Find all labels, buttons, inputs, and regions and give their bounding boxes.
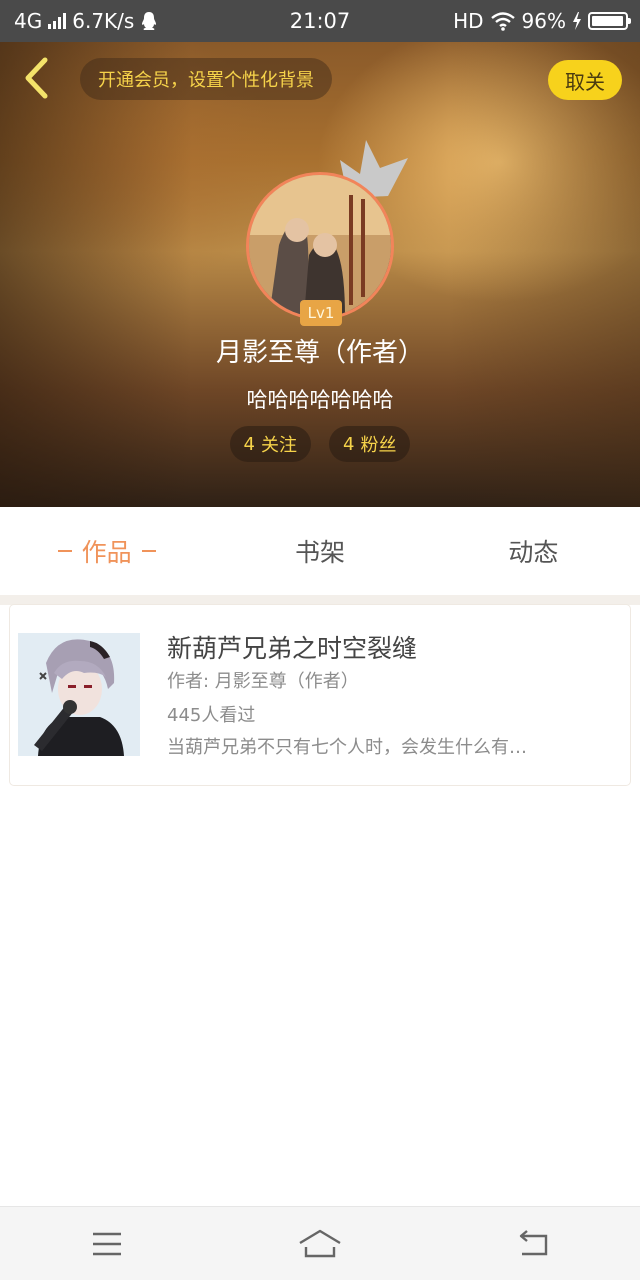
following-label: 关注 bbox=[261, 435, 297, 456]
profile-header: 开通会员，设置个性化背景 取关 Lv1 月影至尊（作者） 哈哈哈哈哈哈哈 4 关… bbox=[0, 42, 640, 507]
battery-fill bbox=[592, 16, 623, 26]
nav-home-button[interactable] bbox=[280, 1214, 360, 1274]
status-right: HD 96% bbox=[453, 9, 631, 33]
menu-icon bbox=[92, 1232, 121, 1255]
followers-count: 4 bbox=[343, 433, 355, 455]
followers-label: 粉丝 bbox=[360, 435, 397, 456]
following-button[interactable]: 4 关注 bbox=[229, 426, 311, 462]
book-cover-image bbox=[18, 633, 140, 756]
nav-menu-button[interactable] bbox=[67, 1214, 147, 1274]
back-button[interactable] bbox=[14, 56, 58, 100]
user-name: 月影至尊（作者） bbox=[215, 338, 424, 368]
stats: 4 关注 4 粉丝 bbox=[0, 426, 640, 462]
back-icon bbox=[520, 1229, 548, 1255]
book-description: 当葫芦兄弟不只有七个人时，会发生什么有… bbox=[167, 737, 527, 758]
home-icon bbox=[299, 1229, 341, 1257]
status-bar: 4G 6.7K/s 21:07 HD 96% bbox=[0, 0, 640, 42]
tab-works[interactable]: 作品 bbox=[0, 507, 213, 595]
avatar-image bbox=[249, 175, 391, 317]
divider bbox=[0, 595, 640, 605]
network-speed: 6.7K/s bbox=[72, 9, 135, 33]
signal-icon bbox=[48, 13, 67, 29]
network-type: 4G bbox=[14, 9, 43, 33]
book-views: 445人看过 bbox=[167, 705, 256, 726]
followers-button[interactable]: 4 粉丝 bbox=[329, 426, 411, 462]
avatar-container: Lv1 bbox=[246, 140, 408, 326]
tab-bookshelf-label: 书架 bbox=[294, 538, 345, 567]
tab-indicator-left bbox=[57, 550, 72, 552]
following-count: 4 bbox=[243, 433, 255, 455]
nav-back-button[interactable] bbox=[493, 1214, 573, 1274]
book-cover[interactable] bbox=[18, 633, 140, 756]
level-badge: Lv1 bbox=[300, 300, 342, 326]
battery-percent: 96% bbox=[521, 9, 566, 33]
tab-bar: 作品 书架 动态 bbox=[0, 507, 640, 595]
avatar[interactable] bbox=[246, 172, 394, 320]
wifi-icon bbox=[490, 12, 515, 31]
tab-bookshelf[interactable]: 书架 bbox=[213, 507, 426, 595]
tab-activity-label: 动态 bbox=[508, 538, 559, 567]
status-left: 4G 6.7K/s bbox=[14, 9, 158, 33]
charging-icon bbox=[573, 12, 581, 30]
hd-indicator: HD bbox=[453, 9, 484, 33]
unfollow-button[interactable]: 取关 bbox=[548, 60, 622, 100]
book-author: 作者: 月影至尊（作者） bbox=[167, 671, 359, 692]
qq-icon bbox=[142, 12, 157, 30]
battery-icon bbox=[588, 12, 631, 30]
tab-works-label: 作品 bbox=[81, 538, 132, 567]
user-bio: 哈哈哈哈哈哈哈 bbox=[246, 388, 394, 412]
tab-indicator-right bbox=[141, 550, 156, 552]
chevron-left-icon bbox=[25, 57, 48, 99]
vip-banner[interactable]: 开通会员，设置个性化背景 bbox=[80, 58, 332, 100]
book-title: 新葫芦兄弟之时空裂缝 bbox=[167, 634, 418, 663]
tab-activity[interactable]: 动态 bbox=[427, 507, 640, 595]
work-card[interactable]: 新葫芦兄弟之时空裂缝 作者: 月影至尊（作者） 445人看过 当葫芦兄弟不只有七… bbox=[10, 605, 630, 785]
system-nav-bar bbox=[0, 1206, 640, 1280]
